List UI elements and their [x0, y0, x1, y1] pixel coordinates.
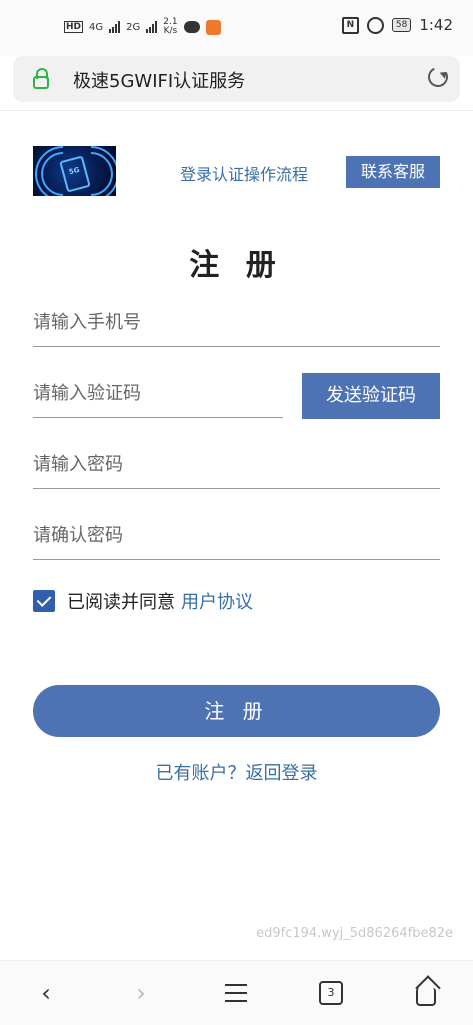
signal-icon-2 — [146, 21, 158, 33]
verification-code-input[interactable] — [33, 383, 283, 404]
page-title: 极速5GWIFI认证服务 — [73, 71, 246, 92]
network-speed: 2.1 K/s — [163, 17, 178, 36]
logo-image: 5G — [33, 146, 116, 196]
refresh-icon[interactable] — [425, 64, 451, 90]
lock-icon — [33, 68, 49, 89]
nfc-icon: N — [341, 16, 359, 34]
status-bar: HD 4G 2G 2.1 K/s N 58 1:42 — [0, 0, 473, 56]
code-field-wrapper — [33, 383, 283, 418]
browser-bottom-bar: ‹ › 3 — [0, 960, 473, 1025]
forward-icon[interactable]: › — [123, 975, 159, 1011]
confirm-password-input[interactable] — [33, 525, 440, 546]
address-bar[interactable]: 极速5GWIFI认证服务 — [13, 56, 460, 102]
tabs-count: 3 — [319, 981, 343, 1005]
status-left: HD 4G 2G 2.1 K/s — [64, 18, 221, 36]
user-agreement-link[interactable]: 用户协议 — [181, 588, 253, 614]
app-notification-icon — [205, 19, 221, 35]
confirm-field-wrapper — [33, 525, 440, 560]
phone-input[interactable] — [33, 312, 440, 333]
watermark: ed9fc194.wyj_5d86264fbe82e — [256, 926, 453, 941]
password-input[interactable] — [33, 454, 440, 475]
tabs-icon[interactable]: 3 — [313, 975, 349, 1011]
status-right: N 58 1:42 — [341, 16, 453, 34]
divider — [0, 110, 473, 111]
clock: 1:42 — [419, 16, 453, 34]
home-icon[interactable] — [408, 975, 444, 1011]
wechat-icon — [183, 21, 200, 33]
agree-checkbox[interactable] — [33, 590, 55, 612]
alarm-icon — [366, 16, 384, 34]
contact-service-button[interactable]: 联系客服 — [346, 156, 440, 188]
register-button[interactable]: 注 册 — [33, 685, 440, 737]
network-2g-label: 2G — [126, 21, 141, 33]
hd-badge: HD — [64, 21, 84, 33]
phone-field-wrapper — [33, 312, 440, 347]
agree-text: 已阅读并同意 — [67, 592, 175, 613]
menu-icon[interactable] — [218, 975, 254, 1011]
form-title: 注 册 — [189, 248, 284, 283]
network-4g-label: 4G — [89, 21, 104, 33]
send-code-button[interactable]: 发送验证码 — [302, 373, 440, 419]
login-flow-link[interactable]: 登录认证操作流程 — [180, 161, 308, 185]
back-icon[interactable]: ‹ — [28, 975, 64, 1011]
signal-icon — [109, 21, 121, 33]
battery-icon: 58 — [391, 18, 412, 32]
back-to-login-link[interactable]: 已有账户？返回登录 — [0, 759, 473, 785]
password-field-wrapper — [33, 454, 440, 489]
agreement-row: 已阅读并同意 用户协议 — [33, 588, 253, 614]
